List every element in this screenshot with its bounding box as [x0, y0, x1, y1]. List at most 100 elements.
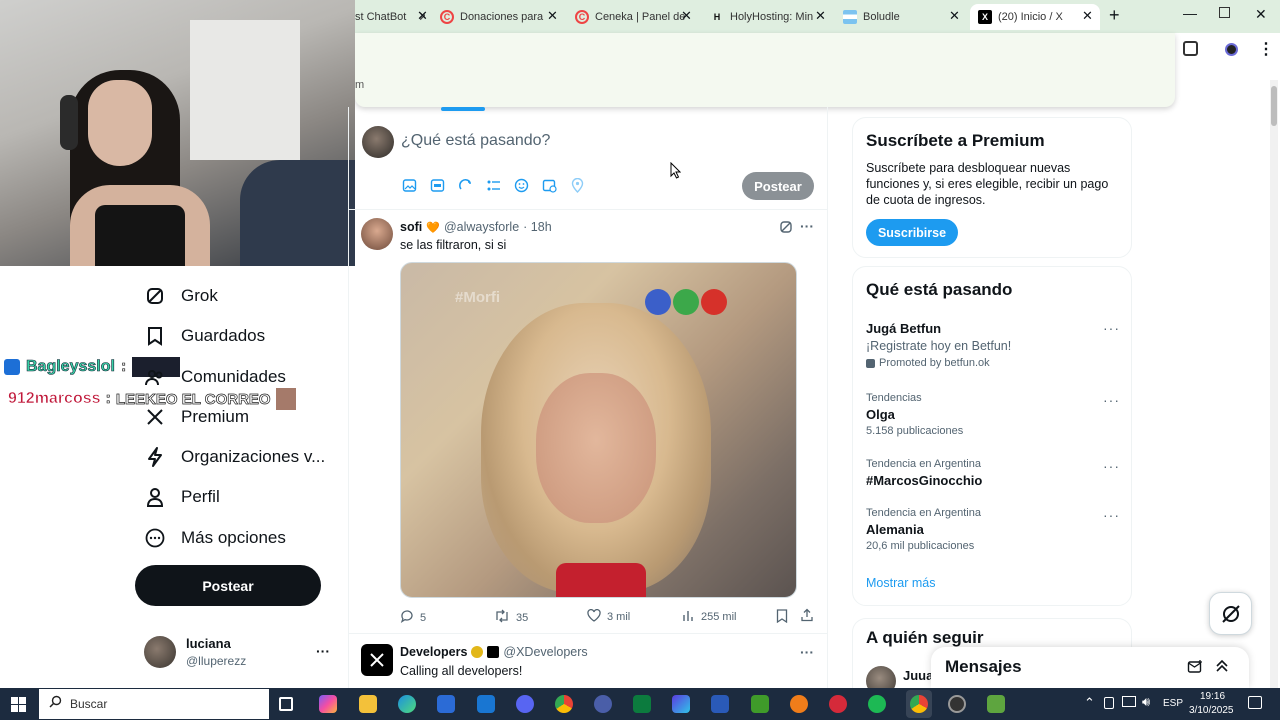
tweet-avatar[interactable] [361, 218, 393, 250]
bookmark-icon[interactable] [776, 609, 788, 628]
edge-icon[interactable] [398, 695, 416, 713]
language-indicator[interactable]: ESP [1163, 698, 1183, 709]
expand-up-icon[interactable] [1215, 659, 1229, 678]
browser-tab-x-inicio[interactable]: X (20) Inicio / X [970, 4, 1100, 30]
microsoft-store-icon[interactable] [437, 695, 455, 713]
show-more-link[interactable]: Mostrar más [866, 576, 935, 590]
composer-post-button[interactable]: Postear [742, 172, 814, 200]
more-options-icon[interactable]: ··· [800, 644, 814, 660]
close-icon[interactable]: ✕ [1082, 8, 1093, 24]
tweet-author-handle[interactable]: @XDevelopers [503, 645, 587, 659]
trend-more-icon[interactable]: ··· [1103, 392, 1120, 408]
file-explorer-icon[interactable] [359, 695, 377, 713]
browser-tab-chatbot[interactable]: st ChatBot ✕ [355, 4, 425, 30]
volume-icon[interactable]: 🔊︎ [1142, 694, 1150, 710]
close-icon[interactable]: ✕ [681, 8, 692, 24]
battery-icon[interactable] [1104, 697, 1114, 709]
task-view-icon[interactable] [279, 697, 293, 711]
trend-name[interactable]: Olga [866, 407, 895, 422]
minecraft-icon[interactable] [751, 695, 769, 713]
window-close-icon[interactable]: ✕ [1255, 6, 1267, 23]
nav-item-premium[interactable]: Premium [144, 406, 249, 428]
browser-tab-donaciones[interactable]: C Donaciones para [440, 4, 552, 30]
browser-tab-ceneka[interactable]: C Ceneka | Panel de [575, 4, 690, 30]
minimize-icon[interactable]: — [1183, 5, 1197, 21]
outlook-icon[interactable] [477, 695, 495, 713]
notepad-icon[interactable] [633, 695, 651, 713]
app-sun-icon[interactable] [790, 695, 808, 713]
new-tab-plus-icon[interactable]: + [1109, 5, 1120, 26]
views-button[interactable]: 255 mil [682, 609, 736, 625]
tweet-time[interactable]: · 18h [523, 220, 552, 234]
more-options-icon[interactable]: ··· [800, 218, 814, 234]
trend-more-icon[interactable]: ··· [1103, 507, 1120, 523]
grok-icon[interactable] [458, 178, 473, 198]
emoji-icon[interactable] [514, 178, 529, 198]
nav-item-comunidades[interactable]: Comunidades [144, 366, 286, 388]
subscribe-button[interactable]: Suscribirse [866, 219, 958, 246]
tweet-avatar[interactable] [361, 644, 393, 676]
messages-drawer[interactable]: Mensajes [931, 647, 1249, 688]
browser-tab-holyhosting[interactable]: H HolyHosting: Min [710, 4, 828, 30]
clock-date[interactable]: 3/10/2025 [1189, 705, 1234, 716]
nav-item-organizaciones[interactable]: Organizaciones v... [144, 446, 325, 468]
tweet-author-name[interactable]: sofi [400, 220, 422, 234]
page-scrollbar[interactable] [1270, 80, 1278, 688]
extensions-icon[interactable] [1183, 41, 1198, 56]
grok-icon[interactable] [779, 220, 793, 239]
spotify-icon[interactable] [868, 695, 886, 713]
trend-name[interactable]: Alemania [866, 522, 924, 537]
windows-start-icon[interactable] [11, 697, 26, 717]
scrollbar-thumb[interactable] [1271, 86, 1277, 126]
trend-name[interactable]: #MarcosGinocchio [866, 473, 982, 488]
close-icon[interactable]: ✕ [547, 8, 558, 24]
pokeball-icon[interactable] [829, 695, 847, 713]
trend-more-icon[interactable]: ··· [1103, 320, 1120, 336]
composer-input[interactable]: ¿Qué está pasando? [401, 132, 550, 150]
notifications-icon[interactable] [1248, 696, 1262, 709]
trend-more-icon[interactable]: ··· [1103, 458, 1120, 474]
account-menu-icon[interactable]: ··· [316, 643, 330, 659]
browser-tab-boludle[interactable]: Boludle [843, 4, 963, 30]
tweet-author-handle[interactable]: @alwaysforle [444, 220, 519, 234]
like-button[interactable]: 3 mil [587, 608, 630, 625]
photos-icon[interactable] [672, 695, 690, 713]
minecraft-launcher-icon[interactable] [987, 695, 1005, 713]
word-icon[interactable] [711, 695, 729, 713]
clock-time[interactable]: 19:16 [1200, 691, 1225, 702]
suggested-user-name[interactable]: Juua [903, 668, 933, 683]
retweet-button[interactable]: 35 [494, 609, 528, 626]
trend-name[interactable]: Jugá Betfun [866, 321, 941, 336]
chrome-icon[interactable] [555, 695, 573, 713]
browser-menu-icon[interactable]: ⋮ [1258, 39, 1274, 59]
close-icon[interactable]: ✕ [949, 8, 960, 24]
omnibox-suggestion-fragment[interactable]: m [355, 79, 364, 91]
tray-chevron-icon[interactable]: ⌃ [1084, 695, 1095, 711]
nav-item-guardados[interactable]: Guardados [144, 325, 265, 347]
tweet-media-image[interactable]: #Morfi [400, 262, 797, 598]
account-avatar[interactable] [144, 636, 176, 668]
nav-item-perfil[interactable]: Perfil [144, 486, 220, 508]
taskbar-search-box[interactable]: Buscar [39, 689, 269, 719]
discord-icon[interactable] [516, 695, 534, 713]
grok-floating-button[interactable] [1209, 592, 1252, 635]
nav-item-grok[interactable]: Grok [144, 285, 218, 307]
post-button[interactable]: Postear [135, 565, 321, 606]
gif-icon[interactable] [430, 178, 445, 198]
close-icon[interactable]: ✕ [815, 8, 826, 24]
image-icon[interactable] [402, 178, 417, 198]
poll-icon[interactable] [486, 178, 501, 198]
reply-button[interactable]: 5 [400, 609, 426, 626]
network-icon[interactable] [1122, 696, 1136, 707]
restore-icon[interactable] [1219, 7, 1230, 18]
obs-icon[interactable] [948, 695, 966, 713]
new-message-icon[interactable] [1187, 659, 1203, 680]
nav-item-mas-opciones[interactable]: Más opciones [144, 527, 286, 549]
close-icon[interactable]: ✕ [417, 8, 428, 24]
location-icon[interactable] [570, 177, 585, 198]
share-icon[interactable] [800, 608, 814, 627]
tweet-author-name[interactable]: Developers [400, 645, 467, 659]
copilot-icon[interactable] [319, 695, 337, 713]
wps-icon[interactable] [594, 695, 612, 713]
profile-avatar-icon[interactable] [1225, 43, 1238, 56]
